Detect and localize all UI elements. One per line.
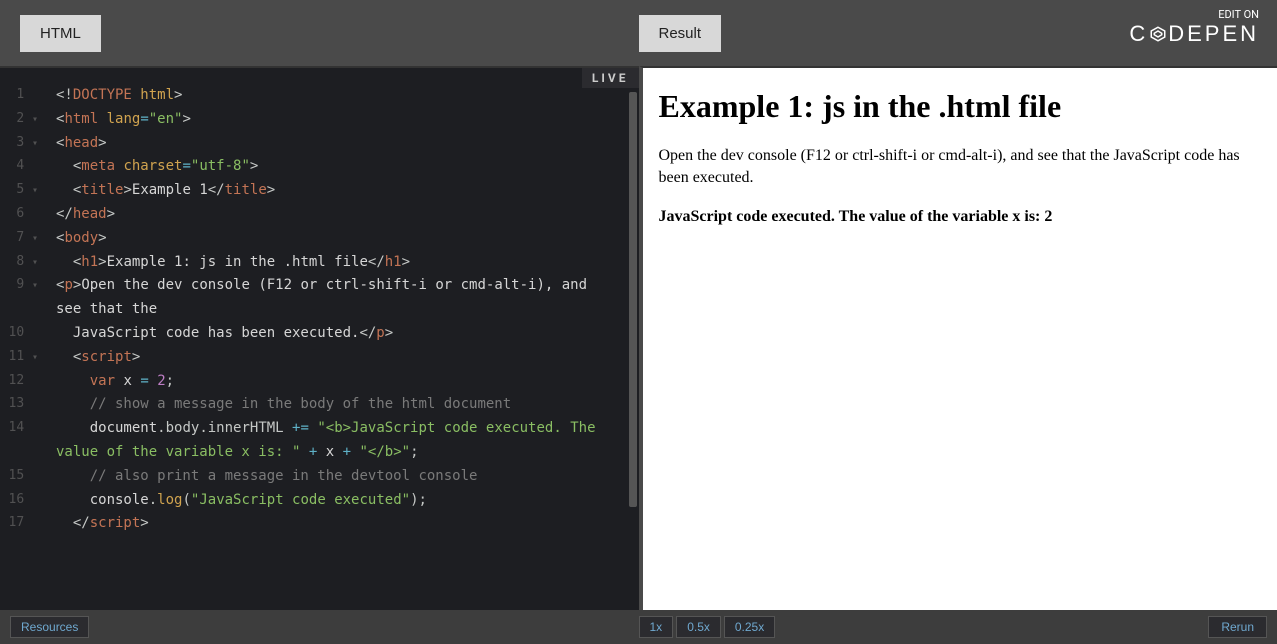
line-number: 8 ▾ xyxy=(0,251,56,275)
code-line[interactable]: 8 ▾ <h1>Example 1: js in the .html file<… xyxy=(0,251,639,275)
live-badge: LIVE xyxy=(582,68,639,88)
line-number: 11 ▾ xyxy=(0,346,56,370)
code-content[interactable]: <meta charset="utf-8"> xyxy=(56,155,639,179)
editor-scrollbar[interactable] xyxy=(629,92,637,580)
fold-icon[interactable]: ▾ xyxy=(32,230,40,247)
line-number: 10 xyxy=(0,322,56,346)
code-line[interactable]: 12 var x = 2; xyxy=(0,370,639,394)
bottom-bar: Resources 1x 0.5x 0.25x Rerun xyxy=(0,610,1277,644)
code-content[interactable]: <head> xyxy=(56,132,639,156)
codepen-gear-icon xyxy=(1149,23,1167,49)
code-line[interactable]: 15 // also print a message in the devtoo… xyxy=(0,465,639,489)
code-content[interactable]: </script> xyxy=(56,512,639,536)
code-line[interactable]: 1 <!DOCTYPE html> xyxy=(0,84,639,108)
zoom-controls: 1x 0.5x 0.25x xyxy=(639,616,776,638)
code-content[interactable]: <html lang="en"> xyxy=(56,108,639,132)
resources-button[interactable]: Resources xyxy=(10,616,89,638)
code-content[interactable]: <p>Open the dev console (F12 or ctrl-shi… xyxy=(56,274,639,322)
line-number: 13 xyxy=(0,393,56,417)
app-root: HTML Result EDIT ON CDEPEN LIVE 1 <!DOCT… xyxy=(0,0,1277,644)
code-line[interactable]: 5 ▾ <title>Example 1</title> xyxy=(0,179,639,203)
code-content[interactable]: <h1>Example 1: js in the .html file</h1> xyxy=(56,251,639,275)
edit-on-codepen-link[interactable]: EDIT ON CDEPEN xyxy=(1129,8,1259,50)
zoom-1x-button[interactable]: 1x xyxy=(639,616,674,638)
result-content: Example 1: js in the .html file Open the… xyxy=(643,68,1277,610)
code-content[interactable]: console.log("JavaScript code executed"); xyxy=(56,489,639,513)
codepen-logo: CDEPEN xyxy=(1129,21,1259,49)
line-number: 15 xyxy=(0,465,56,489)
line-number: 9 ▾ xyxy=(0,274,56,322)
line-number: 3 ▾ xyxy=(0,132,56,156)
line-number: 17 xyxy=(0,512,56,536)
tab-result[interactable]: Result xyxy=(639,15,722,52)
fold-icon[interactable]: ▾ xyxy=(32,349,40,366)
fold-icon[interactable]: ▾ xyxy=(32,111,40,128)
result-js-output: JavaScript code executed. The value of t… xyxy=(659,208,1053,225)
code-content[interactable]: <body> xyxy=(56,227,639,251)
code-line[interactable]: 16 console.log("JavaScript code executed… xyxy=(0,489,639,513)
main-split: LIVE 1 <!DOCTYPE html>2 ▾<html lang="en"… xyxy=(0,66,1277,610)
code-line[interactable]: 14 document.body.innerHTML += "<b>JavaSc… xyxy=(0,417,639,465)
result-paragraph: Open the dev console (F12 or ctrl-shift-… xyxy=(659,145,1262,190)
scrollbar-thumb[interactable] xyxy=(629,92,637,507)
code-line[interactable]: 13 // show a message in the body of the … xyxy=(0,393,639,417)
code-content[interactable]: <script> xyxy=(56,346,639,370)
line-number: 4 xyxy=(0,155,56,179)
code-content[interactable]: JavaScript code has been executed.</p> xyxy=(56,322,639,346)
fold-icon[interactable]: ▾ xyxy=(32,135,40,152)
line-number: 2 ▾ xyxy=(0,108,56,132)
line-number: 6 xyxy=(0,203,56,227)
top-bar: HTML Result EDIT ON CDEPEN xyxy=(0,0,1277,66)
code-line[interactable]: 10 JavaScript code has been executed.</p… xyxy=(0,322,639,346)
line-number: 12 xyxy=(0,370,56,394)
code-line[interactable]: 17 </script> xyxy=(0,512,639,536)
code-line[interactable]: 4 <meta charset="utf-8"> xyxy=(0,155,639,179)
fold-icon[interactable]: ▾ xyxy=(32,182,40,199)
fold-icon[interactable]: ▾ xyxy=(32,277,40,294)
code-line[interactable]: 2 ▾<html lang="en"> xyxy=(0,108,639,132)
code-content[interactable]: // show a message in the body of the htm… xyxy=(56,393,639,417)
zoom-0-5x-button[interactable]: 0.5x xyxy=(676,616,721,638)
code-line[interactable]: 9 ▾<p>Open the dev console (F12 or ctrl-… xyxy=(0,274,639,322)
line-number: 7 ▾ xyxy=(0,227,56,251)
result-heading: Example 1: js in the .html file xyxy=(659,88,1262,125)
zoom-0-25x-button[interactable]: 0.25x xyxy=(724,616,775,638)
line-number: 1 xyxy=(0,84,56,108)
editor-pane: LIVE 1 <!DOCTYPE html>2 ▾<html lang="en"… xyxy=(0,66,639,610)
code-line[interactable]: 7 ▾<body> xyxy=(0,227,639,251)
code-content[interactable]: document.body.innerHTML += "<b>JavaScrip… xyxy=(56,417,639,465)
rerun-button[interactable]: Rerun xyxy=(1208,616,1267,638)
result-pane: Example 1: js in the .html file Open the… xyxy=(639,66,1277,610)
line-number: 16 xyxy=(0,489,56,513)
edit-on-label: EDIT ON xyxy=(1129,8,1259,21)
code-line[interactable]: 11 ▾ <script> xyxy=(0,346,639,370)
fold-icon[interactable]: ▾ xyxy=(32,254,40,271)
code-editor[interactable]: 1 <!DOCTYPE html>2 ▾<html lang="en">3 ▾<… xyxy=(0,68,639,610)
code-content[interactable]: // also print a message in the devtool c… xyxy=(56,465,639,489)
code-line[interactable]: 3 ▾<head> xyxy=(0,132,639,156)
code-content[interactable]: var x = 2; xyxy=(56,370,639,394)
code-line[interactable]: 6 </head> xyxy=(0,203,639,227)
line-number: 5 ▾ xyxy=(0,179,56,203)
code-content[interactable]: <title>Example 1</title> xyxy=(56,179,639,203)
line-number: 14 xyxy=(0,417,56,465)
tab-html[interactable]: HTML xyxy=(20,15,101,52)
code-content[interactable]: <!DOCTYPE html> xyxy=(56,84,639,108)
code-content[interactable]: </head> xyxy=(56,203,639,227)
